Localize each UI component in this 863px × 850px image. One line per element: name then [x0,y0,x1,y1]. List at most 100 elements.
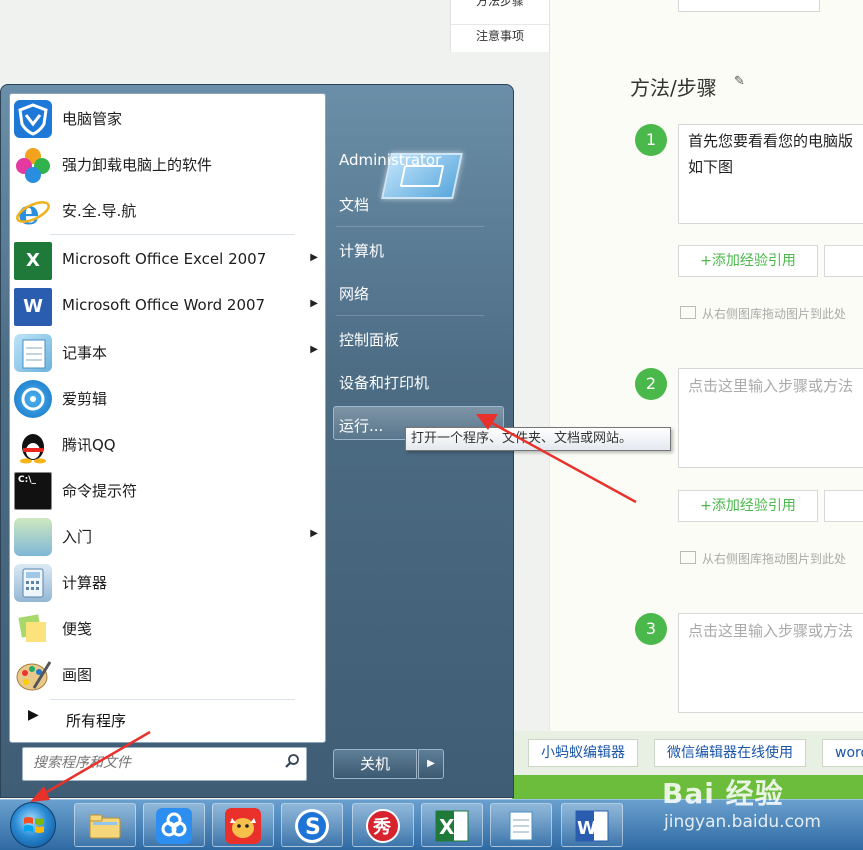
menu-item-user[interactable]: Administrator [339,151,441,169]
search-box[interactable] [22,747,307,781]
program-label: 电脑管家 [62,110,123,128]
svg-text:S: S [305,815,321,840]
programs-pane: 电脑管家 强力卸载电脑上的软件 e 安.全.导.航 X Microsoft Of… [9,93,326,743]
separator [336,315,484,316]
program-label: 入门 [62,528,93,546]
sogou-input-icon: S [295,809,329,843]
taskbar-dog-app[interactable] [212,803,274,847]
program-label: Microsoft Office Excel 2007 [62,250,267,268]
step-text-1-line2: 如下图 [688,158,734,176]
nav-item-steps[interactable]: 方法步骤 [451,0,549,9]
dog-app-icon [225,808,261,844]
program-excel[interactable]: X Microsoft Office Excel 2007 ▶ [12,238,318,282]
calculator-icon [14,564,52,602]
separator [50,699,295,700]
image-icon [680,306,696,319]
program-label: Microsoft Office Word 2007 [62,296,266,314]
toolbar-button-ant-editor[interactable]: 小蚂蚁编辑器 [528,739,638,767]
taskbar-excel[interactable]: X [421,803,483,847]
menu-item-network[interactable]: 网络 [339,283,369,304]
secondary-button-1[interactable] [824,245,863,277]
step-placeholder-2: 点击这里输入步骤或方法 [688,377,854,395]
excel-icon: X [435,810,469,842]
video-editor-icon [14,380,52,418]
menu-item-documents[interactable]: 文档 [339,194,369,215]
run-tooltip: 打开一个程序、文件夹、文档或网站。 [405,427,671,451]
pencil-icon[interactable]: ✎ [734,74,745,89]
program-video-editor[interactable]: 爱剪辑 [12,376,312,420]
program-uninstaller[interactable]: 强力卸载电脑上的软件 [12,142,312,186]
nav-item-notes[interactable]: 注意事项 [451,24,549,44]
svg-text:X: X [439,815,455,839]
menu-item-control-panel[interactable]: 控制面板 [339,329,399,350]
pc-manager-icon [14,100,52,138]
drag-hint-2: 从右侧图库拖动图片到此处 [680,550,846,567]
taskbar-file-explorer[interactable] [74,803,136,847]
notepad-icon [509,811,533,841]
taskbar-meitu-xiuxiu[interactable]: 秀 [352,803,414,847]
program-calculator[interactable]: 计算器 [12,560,312,604]
search-icon[interactable] [284,753,300,769]
taskbar-baidu-netdisk[interactable] [143,803,205,847]
menu-item-run[interactable]: 运行... [339,415,383,436]
program-label: 计算器 [62,574,108,592]
toolbar-button-wechat-editor[interactable]: 微信编辑器在线使用 [654,739,806,767]
menu-item-devices-printers[interactable]: 设备和打印机 [339,372,429,393]
submenu-arrow-icon[interactable]: ▶ [310,298,318,309]
add-reference-button-1[interactable]: +添加经验引用 [678,245,818,277]
submenu-arrow-icon[interactable]: ▶ [310,252,318,263]
step-placeholder-3: 点击这里输入步骤或方法 [688,622,854,640]
program-label: 命令提示符 [62,482,138,500]
qq-icon [14,426,52,464]
drag-hint-1: 从右侧图库拖动图片到此处 [680,305,846,322]
program-label: 画图 [62,666,93,684]
drag-hint-text: 从右侧图库拖动图片到此处 [702,307,847,321]
menu-item-computer[interactable]: 计算机 [339,240,384,261]
word-icon: W [575,810,609,842]
submenu-arrow-icon[interactable]: ▶ [310,344,318,355]
toolbar-button-word[interactable]: word [822,739,863,767]
separator [50,234,295,235]
add-reference-button-2[interactable]: +添加经验引用 [678,490,818,522]
section-title: 方法/步骤 [630,76,717,100]
program-label: 便笺 [62,620,93,638]
program-cmd[interactable]: C:\_ 命令提示符 [12,468,312,512]
program-getting-started[interactable]: 入门 ▶ [12,514,318,558]
paint-icon [14,656,52,694]
excel-icon: X [14,242,52,280]
all-programs-button[interactable]: ▶ 所有程序 [18,704,318,732]
step-number-2: 2 [635,368,667,400]
taskbar-word[interactable]: W [561,803,623,847]
program-safe-navigation[interactable]: e 安.全.导.航 [12,188,312,233]
secondary-button-2[interactable] [824,490,863,522]
search-input[interactable] [31,754,275,772]
word-icon: W [14,288,52,326]
file-explorer-icon [89,814,121,839]
top-button[interactable] [678,0,820,12]
program-word[interactable]: W Microsoft Office Word 2007 ▶ [12,284,318,328]
program-qq[interactable]: 腾讯QQ [12,422,312,466]
program-label: 腾讯QQ [62,436,116,454]
watermark-brand: Bai 经验 [662,777,784,810]
submenu-arrow-icon[interactable]: ▶ [310,528,318,539]
program-label: 强力卸载电脑上的软件 [62,156,213,174]
baidu-watermark: Bai 经验 jingyan.baidu.com [662,772,821,832]
svg-text:W: W [577,818,597,839]
shutdown-button[interactable]: 关机 [333,749,417,779]
program-pc-manager[interactable]: 电脑管家 [12,96,312,140]
taskbar-sogou-input[interactable]: S [281,803,343,847]
notepad-icon [14,334,52,372]
uninstaller-icon [14,146,52,184]
sticky-notes-icon [14,610,52,648]
expand-arrow-icon: ▶ [28,707,39,723]
shutdown-options-arrow-icon[interactable]: ▶ [418,749,444,779]
getting-started-icon [14,518,52,556]
side-nav: 方法步骤 注意事项 [450,0,550,52]
start-button[interactable] [10,802,56,848]
taskbar-notepad[interactable] [490,803,552,847]
program-notepad[interactable]: 记事本 ▶ [12,330,318,374]
program-paint[interactable]: 画图 [12,652,312,696]
program-sticky-notes[interactable]: 便笺 [12,606,312,650]
separator [336,226,484,227]
program-label: 安.全.导.航 [62,202,137,220]
